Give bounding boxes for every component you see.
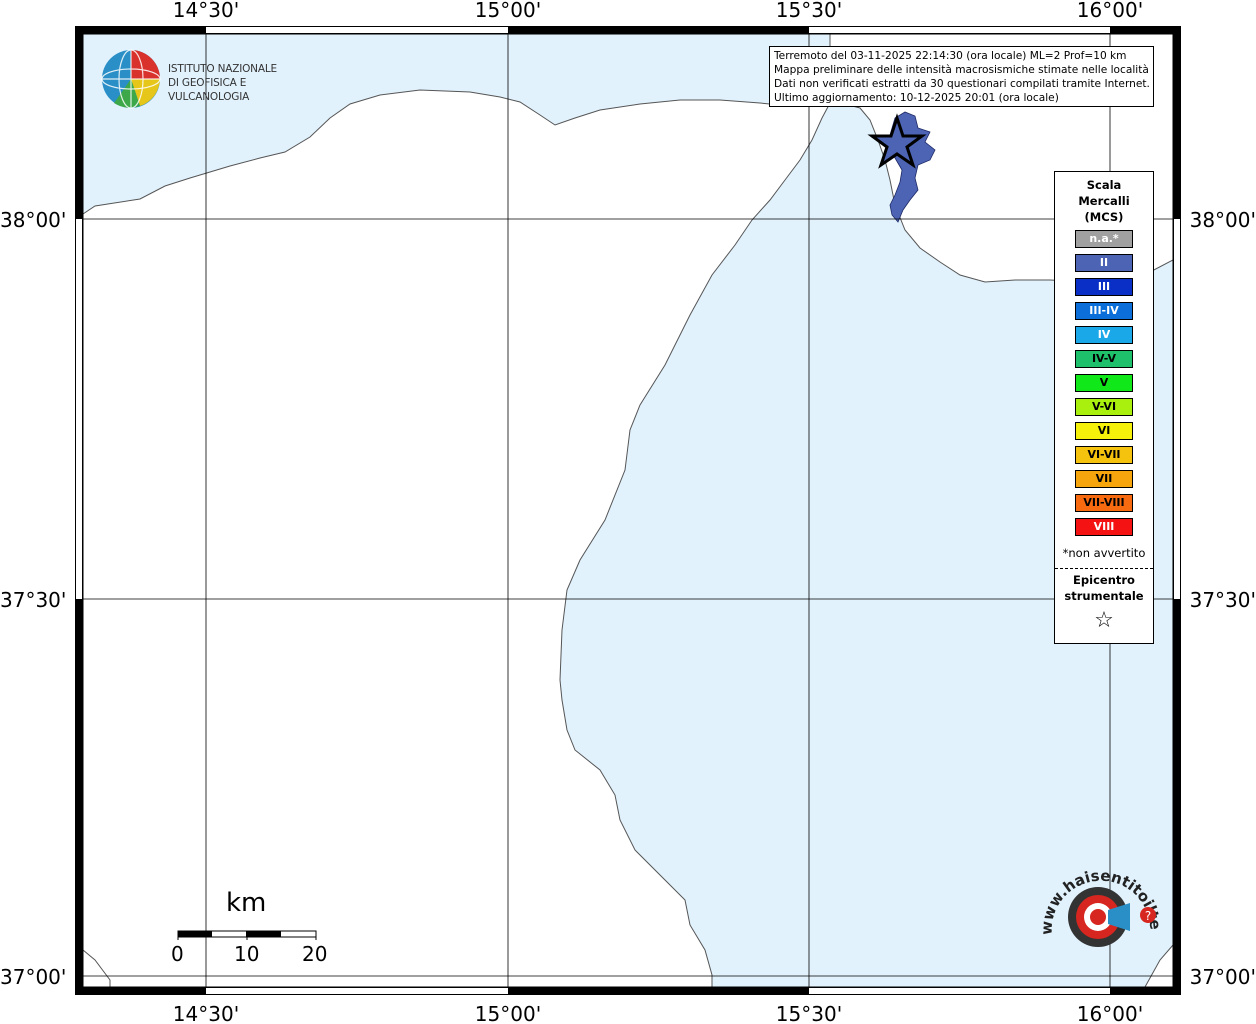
- legend-footnote: *non avvertito: [1062, 546, 1146, 560]
- lat-ticks-left: 38°00' 37°30' 37°00': [0, 208, 66, 989]
- legend-title: Scala Mercalli (MCS): [1078, 178, 1130, 224]
- legend-swatch: V-VI: [1075, 398, 1133, 416]
- tick-label: 38°00': [1190, 208, 1256, 232]
- legend-swatch: IV: [1075, 326, 1133, 344]
- scale-label: 10: [234, 942, 260, 966]
- scale-label: 20: [302, 942, 328, 966]
- legend-swatch: III: [1075, 278, 1133, 296]
- lon-ticks-top: 14°30' 15°00' 15°30' 16°00': [173, 0, 1143, 22]
- tick-label: 16°00': [1077, 1002, 1143, 1024]
- star-icon: ☆: [1094, 608, 1114, 633]
- legend-divider: [1055, 568, 1153, 569]
- tick-label: 15°00': [475, 1002, 541, 1024]
- legend-swatch: VII: [1075, 470, 1133, 488]
- tick-label: 15°30': [776, 0, 842, 22]
- tick-label: 14°30': [173, 0, 239, 22]
- info-line: Terremoto del 03-11-2025 22:14:30 (ora l…: [774, 50, 1127, 62]
- lon-ticks-bottom: 14°30' 15°00' 15°30' 16°00': [173, 1002, 1143, 1024]
- tick-label: 37°30': [1190, 588, 1256, 612]
- tick-label: 16°00': [1077, 0, 1143, 22]
- ingv-logo: ISTITUTO NAZIONALE DI GEOFISICA E VULCAN…: [100, 48, 320, 110]
- haisentito-logo: www.haisentitoilterremoto.it ?: [1022, 841, 1165, 980]
- globe-icon: [101, 49, 161, 109]
- tick-label: 37°00': [1190, 965, 1256, 989]
- info-line: Dati non verificati estratti da 30 quest…: [774, 78, 1150, 90]
- legend-swatch: VI: [1075, 422, 1133, 440]
- tick-label: 38°00': [0, 208, 66, 232]
- info-line: Ultimo aggiornamento: 10-12-2025 20:01 (…: [774, 92, 1059, 104]
- scale-label: 0: [171, 942, 184, 966]
- legend-swatch: VIII: [1075, 518, 1133, 536]
- legend-swatch: III-IV: [1075, 302, 1133, 320]
- tick-label: 15°30': [776, 1002, 842, 1024]
- legend-swatch: II: [1075, 254, 1133, 272]
- tick-label: 37°30': [0, 588, 66, 612]
- legend-swatch: IV-V: [1075, 350, 1133, 368]
- epicenter-legend-label: Epicentro strumentale: [1064, 573, 1144, 603]
- legend-swatch: VI-VII: [1075, 446, 1133, 464]
- scale-bar: km 0 10 20: [160, 885, 340, 975]
- tick-label: 14°30': [173, 1002, 239, 1024]
- lat-ticks-right: 38°00' 37°30' 37°00': [1190, 208, 1256, 989]
- tick-label: 37°00': [0, 965, 66, 989]
- legend-swatch: VII-VIII: [1075, 494, 1133, 512]
- legend-swatch: V: [1075, 374, 1133, 392]
- svg-text:?: ?: [1145, 909, 1151, 923]
- event-info-box: Terremoto del 03-11-2025 22:14:30 (ora l…: [769, 46, 1154, 107]
- tick-label: 15°00': [475, 0, 541, 22]
- legend-swatch: n.a.*: [1075, 230, 1133, 248]
- info-line: Mappa preliminare delle intensità macros…: [774, 64, 1149, 76]
- ingv-name: ISTITUTO NAZIONALE DI GEOFISICA E VULCAN…: [168, 63, 277, 103]
- mcs-legend: Scala Mercalli (MCS) n.a.* II III III-IV IV I…: [1054, 171, 1154, 644]
